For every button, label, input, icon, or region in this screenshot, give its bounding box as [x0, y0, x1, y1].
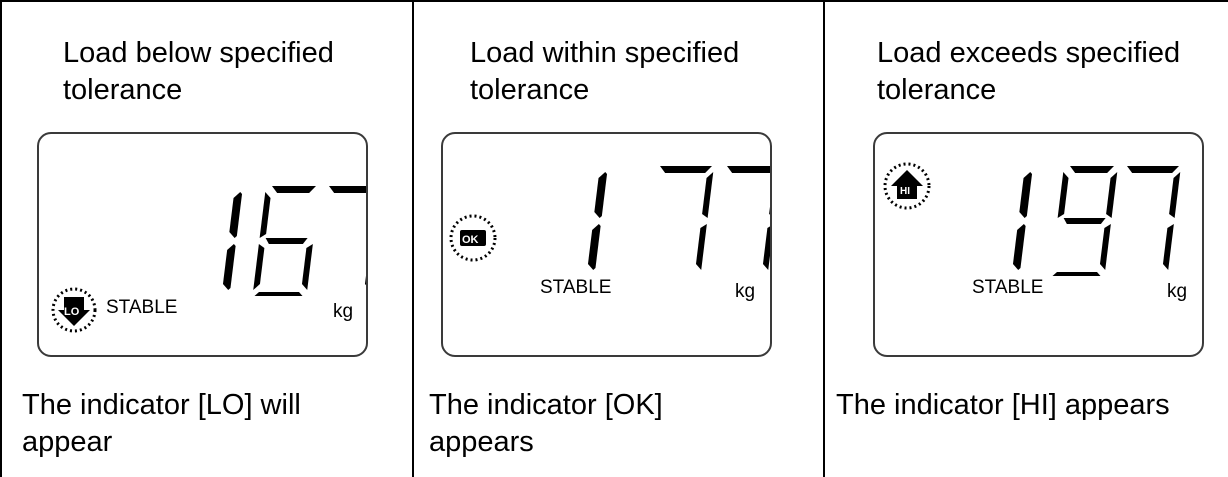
lcd-graphics-hi: HI	[883, 162, 1181, 276]
table-divider-1	[412, 0, 414, 477]
lcd-display-hi: HI STABLE kg 197	[873, 132, 1204, 357]
unit-label: kg	[1167, 281, 1188, 302]
lcd-display-ok: OK STABLE kg 177	[441, 132, 772, 357]
lcd-graphics-lo: LO	[51, 186, 366, 333]
stable-label: STABLE	[540, 277, 612, 298]
column-footer-ok: The indicator [OK] appears	[429, 389, 663, 458]
digit-7-first	[660, 166, 714, 270]
digit-1	[1012, 172, 1033, 270]
hi-indicator-label: HI	[900, 186, 910, 197]
table-border-left	[0, 0, 2, 477]
lcd-display-lo: LO STABLE kg 167	[37, 132, 368, 357]
column-heading-hi: Load exceeds specified tolerance	[877, 37, 1181, 106]
table-top-border	[0, 0, 1228, 2]
ok-indicator-label: OK	[462, 234, 479, 246]
column-footer-lo: The indicator [LO] will appear	[22, 389, 301, 458]
table-divider-2	[823, 0, 825, 477]
digit-9	[1052, 166, 1118, 276]
lcd-graphics-ok: OK	[449, 166, 770, 270]
digit-7-second	[727, 166, 770, 270]
digit-1	[587, 172, 608, 270]
unit-label: kg	[333, 301, 354, 322]
digit-6	[253, 186, 316, 296]
stable-label: STABLE	[972, 277, 1044, 298]
digit-7	[1127, 166, 1181, 270]
column-heading-lo: Load below specified tolerance	[63, 37, 334, 106]
column-heading-ok: Load within specified tolerance	[470, 37, 740, 106]
digit-7	[329, 186, 366, 290]
tolerance-table: Load below specified tolerance LO STABLE…	[0, 0, 1228, 477]
lo-indicator-label: LO	[64, 306, 80, 318]
stable-label: STABLE	[106, 297, 178, 318]
unit-label: kg	[735, 281, 756, 302]
column-footer-hi: The indicator [HI] appears	[836, 389, 1170, 421]
digit-1	[222, 192, 243, 290]
